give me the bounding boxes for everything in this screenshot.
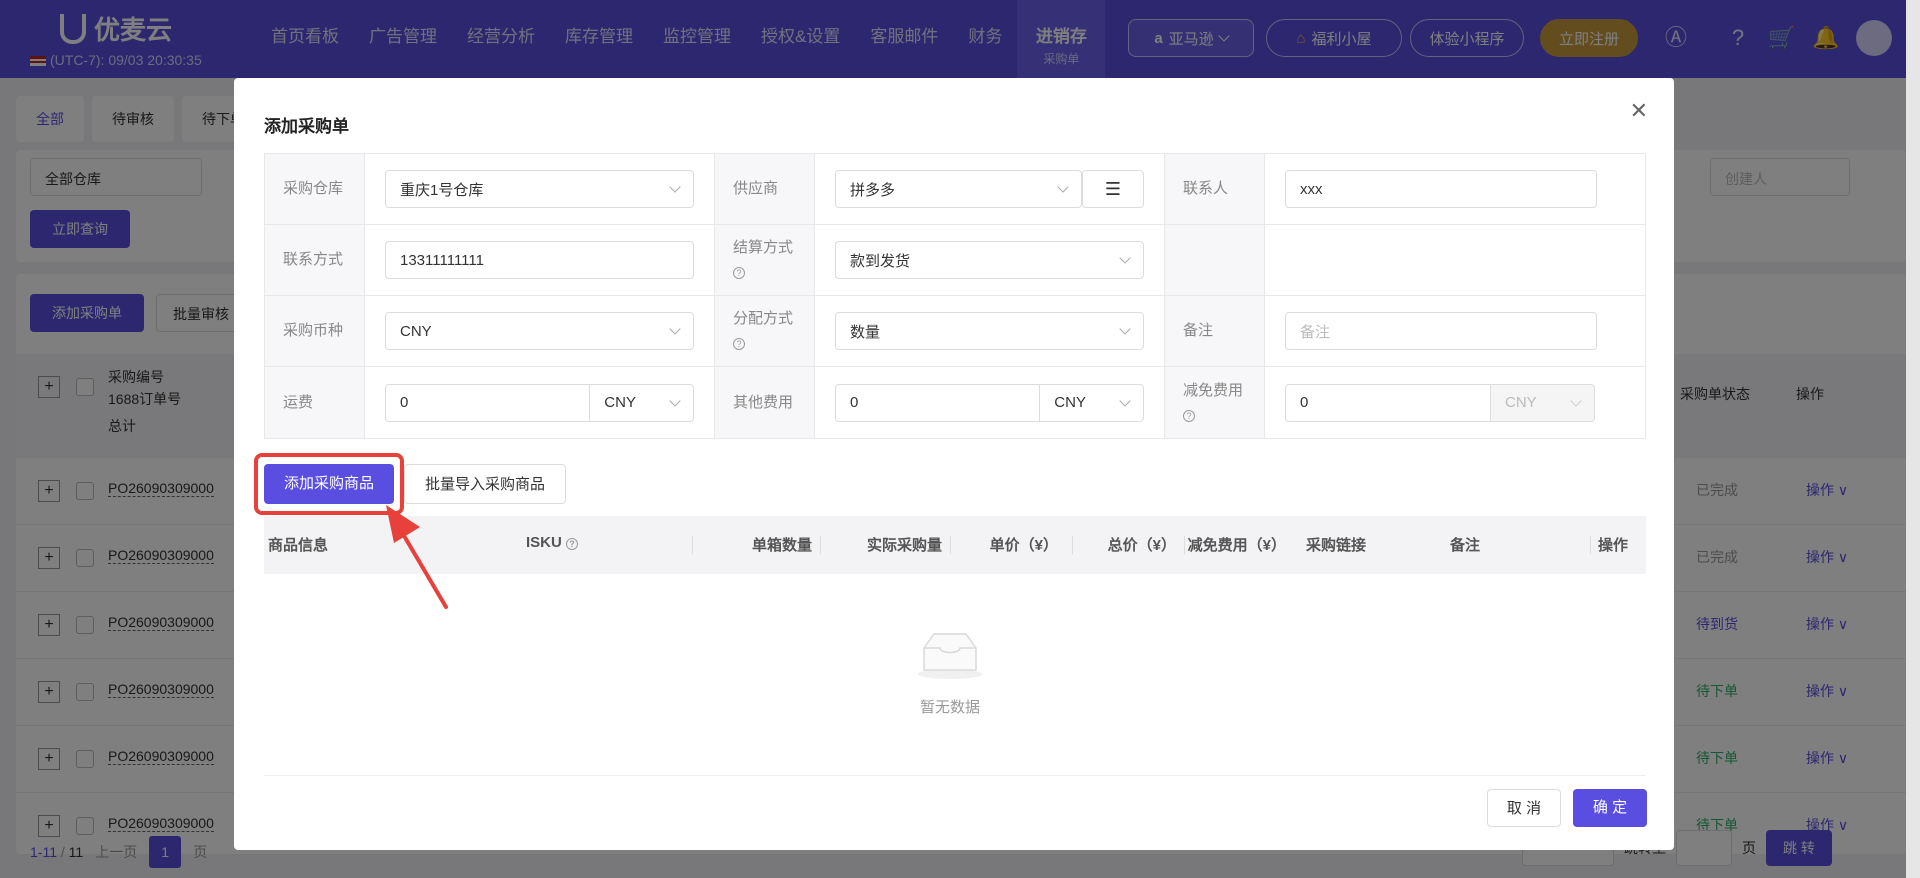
contact-label: 联系人: [1165, 154, 1265, 224]
supplier-cell: 拼多多 ☰: [815, 154, 1165, 224]
discount-input[interactable]: 0: [1285, 383, 1491, 422]
menu-icon: ☰: [1104, 178, 1122, 199]
chevron-down-icon: [1119, 323, 1131, 335]
col-goods-info: 商品信息: [268, 537, 329, 554]
chevron-down-icon: [1119, 394, 1131, 407]
chevron-down-icon: [669, 181, 681, 193]
settle-select[interactable]: 款到发货: [835, 241, 1144, 279]
col-unit-price: 单价（¥）: [989, 537, 1058, 554]
alloc-label: 分配方式?: [715, 296, 815, 366]
help-icon[interactable]: ?: [733, 338, 745, 350]
settle-cell: 款到发货: [815, 225, 1165, 295]
empty-state: 暂无数据: [914, 630, 986, 717]
other-fee-input[interactable]: 0: [835, 383, 1041, 422]
purchase-form: 采购仓库 重庆1号仓库 供应商 拼多多 ☰ 联系人 xxx 联系方式 13311…: [264, 153, 1646, 439]
supplier-label: 供应商: [715, 154, 815, 224]
remark-input[interactable]: 备注: [1285, 312, 1597, 350]
col-discount: 减免费用（¥）: [1187, 537, 1286, 554]
currency-cell: CNY: [365, 296, 715, 366]
cancel-button[interactable]: 取 消: [1487, 789, 1561, 827]
freight-input[interactable]: 0: [385, 383, 591, 422]
goods-table-header: 商品信息 ISKU ? 单箱数量 实际采购量 单价（¥） 总价（¥） 减免费用（…: [264, 516, 1646, 574]
supplier-select[interactable]: 拼多多: [835, 170, 1082, 208]
other-fee-cell: 0 CNY: [815, 367, 1165, 438]
dialog-title: 添加采购单: [264, 117, 349, 136]
batch-import-goods-button[interactable]: 批量导入采购商品: [404, 464, 566, 504]
col-actual-qty: 实际采购量: [866, 537, 942, 554]
form-row: 运费 0 CNY 其他费用 0 CNY 减免费用? 0 CNY: [265, 367, 1645, 438]
help-icon[interactable]: ?: [566, 538, 579, 550]
footer-divider: [264, 775, 1646, 776]
help-icon[interactable]: ?: [733, 267, 745, 279]
form-row: 采购币种 CNY 分配方式? 数量 备注 备注: [265, 296, 1645, 367]
inbox-icon: [918, 633, 982, 679]
contact-input[interactable]: xxx: [1285, 170, 1597, 208]
currency-select[interactable]: CNY: [385, 312, 694, 350]
empty-text: 暂无数据: [919, 699, 980, 716]
alloc-cell: 数量: [815, 296, 1165, 366]
chevron-down-icon: [1119, 252, 1131, 264]
discount-currency-select: CNY: [1491, 383, 1595, 422]
chevron-down-icon: [669, 323, 681, 335]
chevron-down-icon: [669, 394, 681, 407]
scrollbar[interactable]: [1906, 0, 1920, 878]
warehouse-select[interactable]: 重庆1号仓库: [385, 170, 694, 208]
discount-label: 减免费用?: [1165, 367, 1265, 438]
close-icon[interactable]: ✕: [1630, 98, 1648, 124]
settle-label: 结算方式?: [715, 225, 815, 295]
currency-label: 采购币种: [265, 296, 365, 366]
freight-cell: 0 CNY: [365, 367, 715, 438]
discount-cell: 0 CNY: [1265, 367, 1617, 438]
warehouse-label: 采购仓库: [265, 154, 365, 224]
add-goods-button[interactable]: 添加采购商品: [264, 464, 394, 504]
col-box-qty: 单箱数量: [751, 537, 812, 554]
contact-cell: xxx: [1265, 154, 1617, 224]
add-purchase-order-dialog: 添加采购单 ✕ 采购仓库 重庆1号仓库 供应商 拼多多 ☰ 联系人 xxx 联系…: [234, 78, 1674, 850]
empty-cell: [1265, 225, 1617, 295]
phone-cell: 13311111111: [365, 225, 715, 295]
other-fee-label: 其他费用: [715, 367, 815, 438]
arrow-annotation: [386, 505, 448, 609]
other-fee-currency-select[interactable]: CNY: [1040, 383, 1144, 422]
col-remark: 备注: [1450, 537, 1481, 554]
col-ops: 操作: [1597, 537, 1628, 554]
chevron-down-icon: [1570, 394, 1582, 407]
form-row: 联系方式 13311111111 结算方式? 款到发货: [265, 225, 1645, 296]
alloc-select[interactable]: 数量: [835, 312, 1144, 350]
supplier-list-button[interactable]: ☰: [1082, 170, 1144, 208]
warehouse-cell: 重庆1号仓库: [365, 154, 715, 224]
remark-label: 备注: [1165, 296, 1265, 366]
help-icon[interactable]: ?: [1183, 409, 1195, 422]
freight-label: 运费: [265, 367, 365, 438]
empty-label: [1165, 225, 1265, 295]
remark-cell: 备注: [1265, 296, 1617, 366]
col-isku: ISKU ?: [526, 534, 579, 551]
col-total-price: 总价（¥）: [1107, 537, 1176, 554]
col-link: 采购链接: [1306, 537, 1367, 554]
chevron-down-icon: [1057, 181, 1069, 193]
form-row: 采购仓库 重庆1号仓库 供应商 拼多多 ☰ 联系人 xxx: [265, 154, 1645, 225]
freight-currency-select[interactable]: CNY: [590, 383, 694, 422]
confirm-button[interactable]: 确 定: [1573, 789, 1647, 827]
phone-label: 联系方式: [265, 225, 365, 295]
phone-input[interactable]: 13311111111: [385, 241, 694, 279]
